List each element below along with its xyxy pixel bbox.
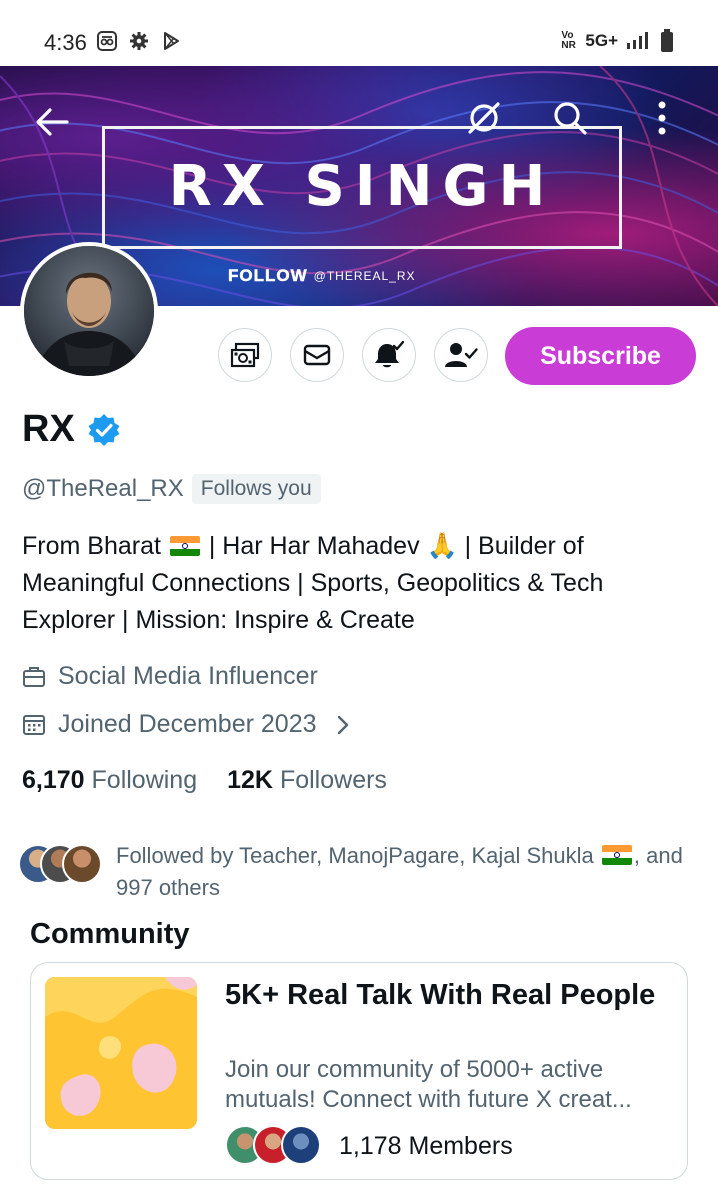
banner-title: RX SINGH <box>168 154 556 219</box>
followed-by-names: Followed by Teacher, ManojPagare, Kajal … <box>116 843 594 868</box>
following-label: Following <box>91 766 198 794</box>
back-button[interactable] <box>30 100 74 144</box>
verified-badge-icon[interactable] <box>87 413 121 447</box>
joined-date-row[interactable]: Joined December 2023 <box>22 710 351 739</box>
community-card[interactable]: 5K+ Real Talk With Real People Join our … <box>30 962 688 1180</box>
community-description-line1: Join our community of 5000+ active <box>225 1056 604 1083</box>
india-flag-icon <box>169 536 200 556</box>
follow-stats: 6,170 Following 12K Followers <box>22 766 387 795</box>
mutual-avatars <box>18 840 106 886</box>
more-vertical-icon <box>658 101 666 135</box>
bell-check-icon <box>375 340 405 368</box>
followed-by-text: Followed by Teacher, ManojPagare, Kajal … <box>116 840 686 904</box>
money-icon <box>230 342 260 368</box>
following-stat[interactable]: 6,170 Following <box>22 766 197 795</box>
followed-by-row[interactable]: Followed by Teacher, ManojPagare, Kajal … <box>18 840 686 904</box>
profile-name: RX <box>22 408 75 450</box>
member-avatar <box>281 1125 321 1165</box>
followers-stat[interactable]: 12K Followers <box>227 766 387 795</box>
briefcase-icon <box>23 666 45 687</box>
search-icon <box>554 102 587 135</box>
volte-indicator: Vo NR <box>561 30 576 51</box>
bio-text-start: From Bharat <box>22 532 168 560</box>
message-button[interactable] <box>290 328 344 382</box>
play-store-icon <box>160 30 182 52</box>
handle-row: @TheReal_RX Follows you <box>22 474 321 504</box>
person-check-icon <box>445 343 478 367</box>
battery-icon <box>656 29 678 52</box>
signal-icon <box>626 30 648 52</box>
mutual-avatar <box>62 844 102 884</box>
followers-label: Followers <box>279 766 387 794</box>
member-avatars <box>225 1125 325 1167</box>
banner-handle: @THEREAL_RX <box>313 269 416 283</box>
community-title: 5K+ Real Talk With Real People <box>225 979 656 1011</box>
profile-category-row: Social Media Influencer <box>22 662 318 691</box>
subscribe-button[interactable]: Subscribe <box>505 327 696 385</box>
avatar-photo <box>24 246 154 376</box>
banner-follow-word: FOLLOW <box>228 266 308 286</box>
profile-handle: @TheReal_RX <box>22 475 184 502</box>
following-button[interactable] <box>434 328 488 382</box>
india-flag-icon <box>601 845 632 865</box>
network-type: 5G+ <box>585 31 618 50</box>
follows-you-badge: Follows you <box>191 474 321 504</box>
grok-button[interactable] <box>462 96 506 140</box>
calendar-icon <box>23 714 45 735</box>
banner-follow-tag: FOLLOW @THEREAL_RX <box>228 266 416 286</box>
status-bar: 4:36 Vo NR 5G+ <box>0 0 718 66</box>
search-button[interactable] <box>548 96 592 140</box>
profile-category: Social Media Influencer <box>58 662 318 690</box>
chevron-right-icon <box>337 715 348 734</box>
profile-name-row: RX <box>22 408 121 451</box>
community-thumbnail <box>45 977 197 1129</box>
profile-bio: From Bharat | Har Har Mahadev 🙏 | Builde… <box>22 528 702 639</box>
screen-record-icon <box>96 30 118 52</box>
mail-icon <box>303 344 331 366</box>
community-heading: Community <box>30 918 190 950</box>
notifications-button[interactable] <box>362 328 416 382</box>
community-member-count: 1,178 Members <box>339 1131 513 1160</box>
joined-date: Joined December 2023 <box>58 710 317 738</box>
more-button[interactable] <box>640 96 684 140</box>
following-count: 6,170 <box>22 766 85 794</box>
grok-icon <box>468 102 500 134</box>
tip-button[interactable] <box>218 328 272 382</box>
status-time: 4:36 <box>44 30 87 55</box>
community-members-row: 1,178 Members <box>225 1125 513 1167</box>
followers-count: 12K <box>227 766 273 794</box>
arrow-left-icon <box>36 108 69 136</box>
profile-avatar[interactable] <box>20 242 158 380</box>
settings-gear-icon <box>128 30 150 52</box>
community-description-line2: mutuals! Connect with future X creat... <box>225 1086 632 1113</box>
